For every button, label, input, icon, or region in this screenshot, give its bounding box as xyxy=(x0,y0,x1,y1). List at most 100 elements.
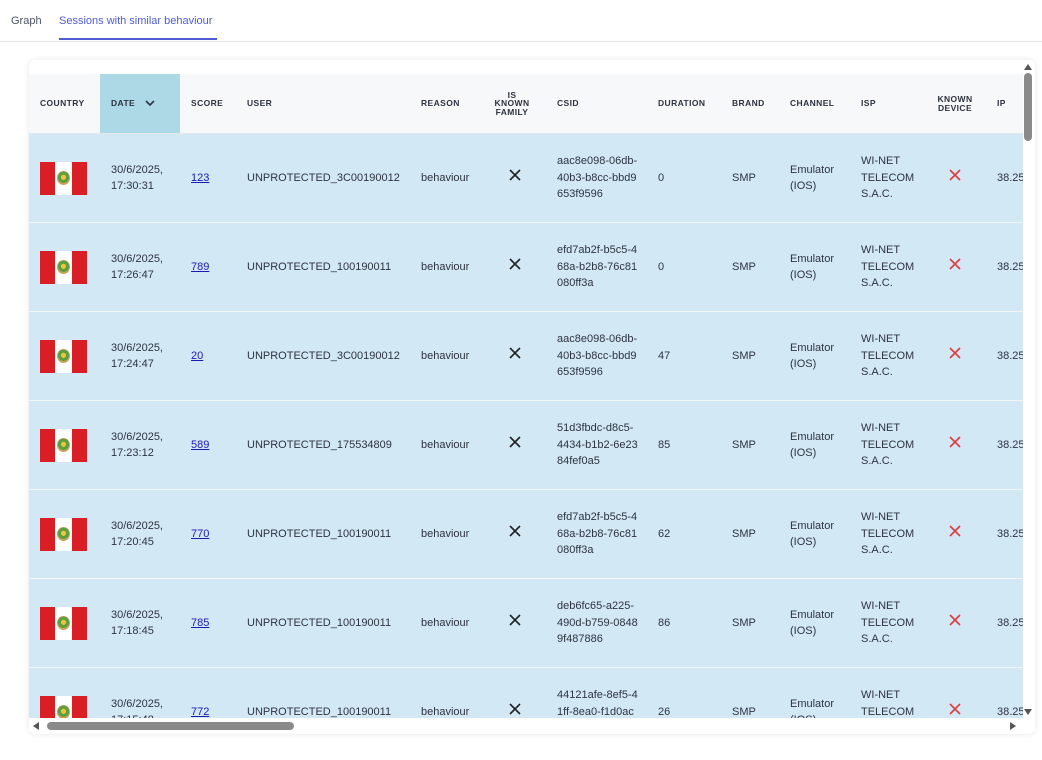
isp-cell-text: WI-NET TELECOM S.A.C. xyxy=(861,511,915,557)
user-cell: UNPROTECTED_100190011 xyxy=(236,667,410,718)
table-row[interactable]: 30/6/2025, 17:24:47 20 UNPROTECTED_3C00190… xyxy=(29,311,1023,401)
score-cell[interactable]: 589 xyxy=(180,400,236,490)
known-device-cell xyxy=(924,667,986,718)
scroll-left-arrow-icon[interactable] xyxy=(33,722,39,730)
csid-cell: aac8e098-06db-40b3-b8cc-bbd9653f9596 xyxy=(546,311,647,401)
column-header-ip[interactable]: IP xyxy=(986,74,1023,134)
table-viewport[interactable]: COUNTRY DATE SCORE USER REASON IS KNOWN FAMIL… xyxy=(29,74,1023,718)
scroll-down-arrow-icon[interactable] xyxy=(1024,709,1032,715)
tab-graph[interactable]: Graph xyxy=(11,14,42,28)
score-link[interactable]: 772 xyxy=(191,706,209,718)
column-header-label: IS KNOWN FAMILY xyxy=(494,89,530,117)
table-row[interactable]: 30/6/2025, 17:26:47 789 UNPROTECTED_100190… xyxy=(29,222,1023,312)
score-cell[interactable]: 785 xyxy=(180,578,236,668)
ip-cell-text: 38.25 xyxy=(997,616,1023,629)
score-link[interactable]: 770 xyxy=(191,528,209,540)
ip-cell: 38.25 xyxy=(986,311,1023,401)
reason-cell-text: behaviour xyxy=(421,616,470,629)
column-header-score[interactable]: SCORE xyxy=(180,74,236,134)
peru-flag-icon xyxy=(40,606,87,640)
column-header-label: CHANNEL xyxy=(790,98,835,109)
brand-cell: SMP xyxy=(721,311,779,401)
close-icon xyxy=(509,614,521,632)
table-row[interactable]: 30/6/2025, 17:18:45 785 UNPROTECTED_100190… xyxy=(29,578,1023,668)
column-header-channel[interactable]: CHANNEL xyxy=(779,74,850,134)
reason-cell: behaviour xyxy=(410,400,484,490)
column-header-user[interactable]: USER xyxy=(236,74,410,134)
red-x-icon xyxy=(949,347,961,365)
score-cell[interactable]: 123 xyxy=(180,133,236,223)
score-cell[interactable]: 772 xyxy=(180,667,236,718)
ip-cell: 38.25 xyxy=(986,667,1023,718)
duration-cell: 85 xyxy=(647,400,721,490)
vertical-scrollbar[interactable] xyxy=(1021,60,1035,718)
table-row[interactable]: 30/6/2025, 17:23:12 589 UNPROTECTED_175534… xyxy=(29,400,1023,490)
ip-cell-text: 38.25 xyxy=(997,260,1023,273)
column-header-label: KNOWN DEVICE xyxy=(937,94,973,113)
column-header-label: BRAND xyxy=(732,98,765,109)
score-link[interactable]: 789 xyxy=(191,261,209,273)
csid-cell-text: deb6fc65-a225-490d-b759-08489f487886 xyxy=(557,600,638,646)
ip-cell-text: 38.25 xyxy=(997,171,1023,184)
column-header-country[interactable]: COUNTRY xyxy=(29,74,100,134)
csid-cell-text: aac8e098-06db-40b3-b8cc-bbd9653f9596 xyxy=(557,333,638,379)
brand-cell: SMP xyxy=(721,400,779,490)
column-header-label: ISP xyxy=(861,98,876,109)
red-x-icon xyxy=(949,169,961,187)
column-header-reason[interactable]: REASON xyxy=(410,74,484,134)
column-header-label: DURATION xyxy=(658,98,706,109)
channel-cell-text: Emulator (IOS) xyxy=(790,430,835,460)
chevron-down-icon[interactable] xyxy=(145,99,155,109)
tab-sessions-similar-behaviour[interactable]: Sessions with similar behaviour xyxy=(59,14,212,28)
column-header-date[interactable]: DATE xyxy=(100,74,180,134)
is-known-family-cell xyxy=(484,578,546,668)
red-x-icon xyxy=(949,258,961,276)
table-row[interactable]: 30/6/2025, 17:30:31 123 UNPROTECTED_3C0019… xyxy=(29,133,1023,223)
country-cell xyxy=(29,311,100,401)
horizontal-scrollbar[interactable] xyxy=(29,718,1021,734)
score-cell[interactable]: 20 xyxy=(180,311,236,401)
table-header-row: COUNTRY DATE SCORE USER REASON IS KNOWN FAMIL… xyxy=(29,74,1023,134)
scroll-up-arrow-icon[interactable] xyxy=(1024,64,1032,70)
column-header-is-known-family[interactable]: IS KNOWN FAMILY xyxy=(484,74,546,134)
is-known-family-cell xyxy=(484,489,546,579)
reason-cell: behaviour xyxy=(410,578,484,668)
red-x-icon xyxy=(949,436,961,454)
channel-cell-text: Emulator (IOS) xyxy=(790,519,835,549)
score-cell[interactable]: 789 xyxy=(180,222,236,312)
country-cell xyxy=(29,489,100,579)
is-known-family-cell xyxy=(484,311,546,401)
table-row[interactable]: 30/6/2025, 17:20:45 770 UNPROTECTED_100190… xyxy=(29,489,1023,579)
known-device-cell xyxy=(924,222,986,312)
scroll-right-arrow-icon[interactable] xyxy=(1010,722,1016,730)
column-header-isp[interactable]: ISP xyxy=(850,74,924,134)
close-icon xyxy=(509,525,521,543)
isp-cell: WI-NET TELECOM S.A.C. xyxy=(850,222,924,312)
date-cell-text: 30/6/2025, 17:26:47 xyxy=(111,252,163,282)
score-link[interactable]: 20 xyxy=(191,350,203,362)
column-header-known-device[interactable]: KNOWN DEVICE xyxy=(924,74,986,134)
score-link[interactable]: 785 xyxy=(191,617,209,629)
isp-cell: WI-NET TELECOM S.A.C. xyxy=(850,489,924,579)
date-cell: 30/6/2025, 17:24:47 xyxy=(100,311,180,401)
column-header-duration[interactable]: DURATION xyxy=(647,74,721,134)
score-link[interactable]: 589 xyxy=(191,439,209,451)
user-cell: UNPROTECTED_175534809 xyxy=(236,400,410,490)
isp-cell: WI-NET TELECOM S.A.C. xyxy=(850,667,924,718)
table-row[interactable]: 30/6/2025, 17:15:48 772 UNPROTECTED_100190… xyxy=(29,667,1023,718)
country-cell xyxy=(29,133,100,223)
column-header-csid[interactable]: CSID xyxy=(546,74,647,134)
column-header-brand[interactable]: BRAND xyxy=(721,74,779,134)
csid-cell-text: aac8e098-06db-40b3-b8cc-bbd9653f9596 xyxy=(557,155,638,201)
country-cell xyxy=(29,667,100,718)
brand-cell-text: SMP xyxy=(732,260,756,273)
isp-cell: WI-NET TELECOM S.A.C. xyxy=(850,133,924,223)
vertical-scroll-thumb[interactable] xyxy=(1024,73,1032,141)
horizontal-scroll-thumb[interactable] xyxy=(47,722,294,730)
isp-cell-text: WI-NET TELECOM S.A.C. xyxy=(861,689,915,718)
ip-cell: 38.25 xyxy=(986,400,1023,490)
score-link[interactable]: 123 xyxy=(191,172,209,184)
country-cell xyxy=(29,578,100,668)
score-cell[interactable]: 770 xyxy=(180,489,236,579)
ip-cell-text: 38.25 xyxy=(997,527,1023,540)
